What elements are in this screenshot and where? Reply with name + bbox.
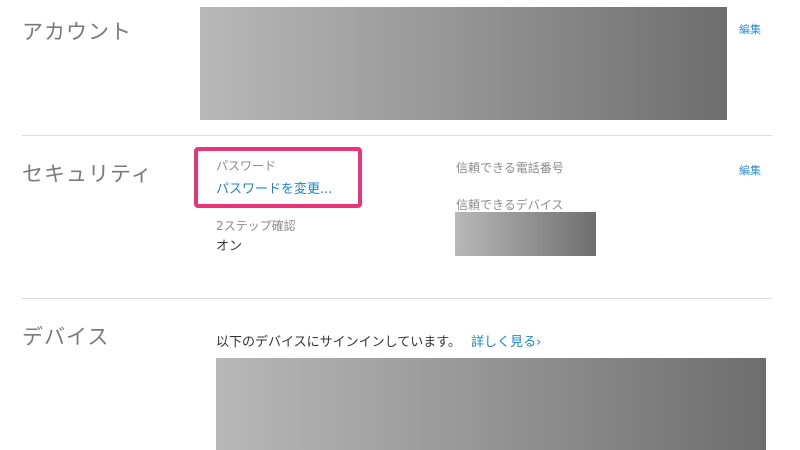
- password-label: パスワード: [216, 159, 277, 173]
- trusted-device-redacted: [455, 212, 596, 256]
- apple-id-settings-page: アカウント 編集 セキュリティ パスワード パスワードを変更... 2ステップ確…: [0, 0, 800, 450]
- trusted-phone-label: 信頼できる電話番号: [456, 161, 564, 175]
- security-edit-link[interactable]: 編集: [739, 162, 761, 178]
- devices-list-redacted: [216, 358, 766, 450]
- divider-account-security: [22, 135, 772, 136]
- change-password-link[interactable]: パスワードを変更...: [216, 178, 332, 197]
- account-section-title: アカウント: [22, 20, 132, 44]
- two-step-value: オン: [216, 239, 243, 254]
- security-section-title: セキュリティ: [22, 162, 153, 186]
- divider-security-devices: [22, 298, 772, 299]
- devices-section-title: デバイス: [22, 325, 110, 349]
- two-step-label: 2ステップ確認: [216, 219, 296, 233]
- devices-signed-in-text: 以下のデバイスにサインインしています。: [216, 335, 461, 350]
- chevron-right-icon[interactable]: ›: [536, 335, 541, 350]
- devices-info-line: 以下のデバイスにサインインしています。 詳しく見る›: [216, 331, 541, 350]
- account-edit-link[interactable]: 編集: [739, 21, 761, 37]
- learn-more-link[interactable]: 詳しく見る: [471, 335, 536, 350]
- trusted-device-label: 信頼できるデバイス: [456, 198, 564, 212]
- account-info-redacted: [200, 7, 727, 120]
